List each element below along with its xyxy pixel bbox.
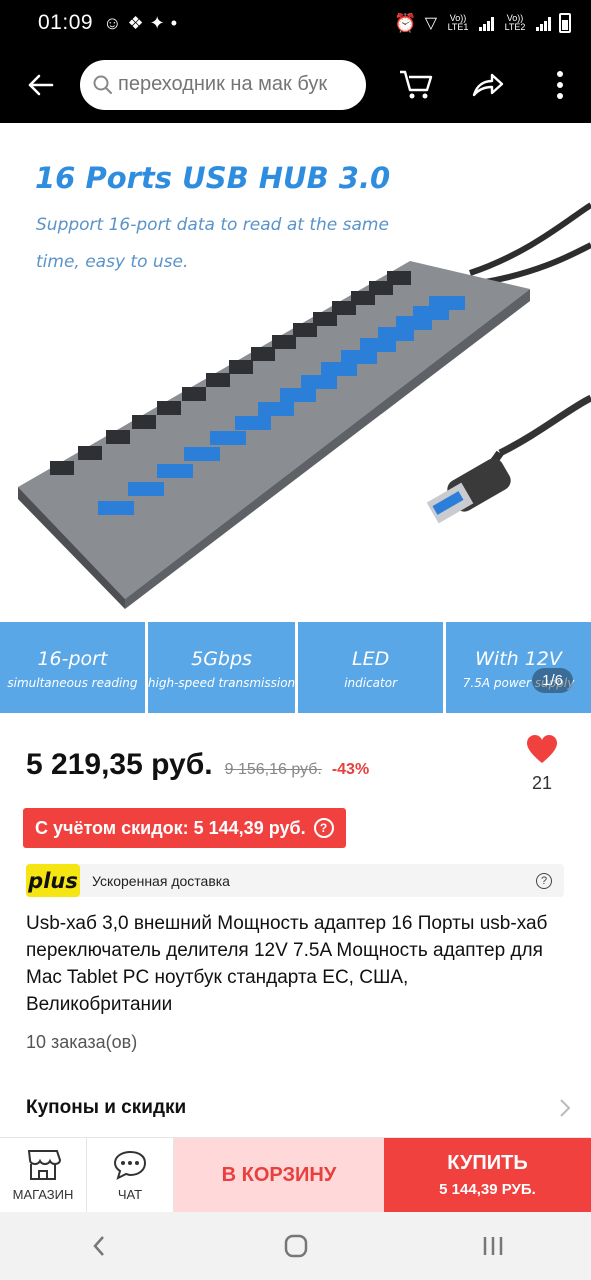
chat-button[interactable]: ЧАТ — [87, 1138, 174, 1212]
back-arrow-icon — [28, 74, 54, 95]
puzzle-icon: ❖ — [127, 12, 144, 33]
help-icon[interactable]: ? — [536, 872, 552, 889]
nav-recents-button[interactable] — [463, 1216, 523, 1276]
feature-main: LED — [351, 648, 390, 670]
store-label: МАГАЗИН — [12, 1186, 74, 1202]
alarm-icon: ⏰ — [394, 12, 417, 33]
chevron-right-icon — [560, 1099, 571, 1117]
more-menu-button[interactable] — [540, 65, 580, 105]
product-image-carousel[interactable]: 16 Ports USB HUB 3.0 Support 16-port dat… — [0, 123, 591, 713]
store-icon — [27, 1149, 61, 1180]
feature-speed: 5Gbps high-speed transmission — [147, 622, 296, 713]
chat-label: ЧАТ — [117, 1186, 143, 1202]
share-icon — [472, 73, 504, 96]
price-row: 5 219,35 руб. 9 156,16 руб. -43% — [26, 748, 369, 782]
feature-sub: high-speed transmission — [147, 676, 296, 690]
add-to-cart-button[interactable]: В КОРЗИНУ — [174, 1138, 384, 1212]
discount-promo-banner[interactable]: С учётом скидок: 5 144,39 руб. ? — [23, 808, 346, 848]
coupons-label: Купоны и скидки — [26, 1097, 187, 1118]
image-pager: 1/6 — [532, 668, 573, 693]
old-price: 9 156,16 руб. — [224, 761, 322, 778]
notification-app-icon: ☺ — [103, 12, 122, 33]
plus-logo: plus — [26, 864, 80, 897]
signal2-icon — [536, 15, 551, 31]
feature-main: 5Gbps — [191, 648, 252, 670]
feature-sub: indicator — [344, 676, 398, 690]
feature-led: LED indicator — [298, 622, 444, 713]
search-input[interactable] — [118, 73, 358, 96]
battery-icon — [559, 13, 571, 33]
system-icons: ⏰ ▽ Vo)) LTE1 Vo)) LTE2 — [394, 13, 571, 34]
favorite-count: 21 — [531, 773, 553, 793]
promo-text: С учётом скидок: 5 144,39 руб. — [35, 817, 306, 838]
signal-icon — [479, 15, 494, 31]
top-bar — [0, 46, 591, 123]
buy-now-button[interactable]: КУПИТЬ 5 144,39 РУБ. — [384, 1138, 591, 1212]
search-bar[interactable] — [80, 59, 366, 110]
recents-icon — [483, 1237, 502, 1255]
action-bar: МАГАЗИН ЧАТ В КОРЗИНУ КУПИТЬ 5 144,39 РУ… — [0, 1137, 591, 1212]
feature-ports: 16-port simultaneous reading — [0, 622, 145, 713]
lte1-label: Vo)) LTE1 — [447, 13, 469, 32]
orders-count: 10 заказа(ов) — [26, 1032, 138, 1052]
usb-hub-image — [18, 202, 591, 609]
more-vertical-icon — [557, 70, 563, 99]
delivery-banner[interactable]: plus Ускоренная доставка ? — [26, 864, 564, 897]
back-chevron-icon — [92, 1236, 104, 1256]
notification-icons: ☺ ❖ ✦ • — [103, 13, 177, 34]
cart-icon — [400, 70, 433, 98]
dot-icon: • — [170, 12, 177, 33]
buy-label: КУПИТЬ — [447, 1152, 528, 1174]
nav-home-button[interactable] — [266, 1216, 326, 1276]
buy-price: 5 144,39 РУБ. — [439, 1181, 536, 1198]
chat-icon — [113, 1150, 147, 1180]
search-icon — [93, 75, 112, 94]
wifi-icon: ▽ — [424, 15, 437, 32]
product-title: Usb-хаб 3,0 внешний Мощность адаптер 16 … — [26, 913, 548, 1015]
coupons-row[interactable]: Купоны и скидки — [26, 1097, 571, 1119]
discount-badge: -43% — [331, 761, 370, 778]
status-bar: 01:09 ☺ ❖ ✦ • ⏰ ▽ Vo)) LTE1 Vo)) LTE2 — [0, 0, 591, 46]
favorite-button[interactable]: 21 — [522, 734, 562, 794]
delivery-text: Ускоренная доставка — [92, 872, 230, 889]
status-time: 01:09 — [38, 11, 94, 34]
system-nav-bar — [0, 1212, 591, 1280]
current-price: 5 219,35 руб. — [26, 748, 213, 781]
feature-sub: simultaneous reading — [7, 676, 138, 690]
store-button[interactable]: МАГАЗИН — [0, 1138, 87, 1212]
feature-main: 16-port — [37, 648, 108, 670]
help-icon[interactable]: ? — [313, 818, 334, 838]
feature-main: With 12V — [475, 648, 562, 670]
share-button[interactable] — [468, 65, 508, 105]
feature-power: With 12V 7.5A power supply — [446, 622, 591, 713]
back-button[interactable] — [0, 46, 80, 123]
heart-icon — [527, 735, 557, 763]
lte2-label: Vo)) LTE2 — [504, 13, 526, 32]
cart-button[interactable] — [396, 65, 436, 105]
feature-strip: 16-port simultaneous reading 5Gbps high-sp… — [0, 622, 591, 713]
home-icon — [284, 1234, 307, 1258]
nav-back-button[interactable] — [69, 1216, 129, 1276]
twitter-icon: ✦ — [149, 12, 165, 33]
